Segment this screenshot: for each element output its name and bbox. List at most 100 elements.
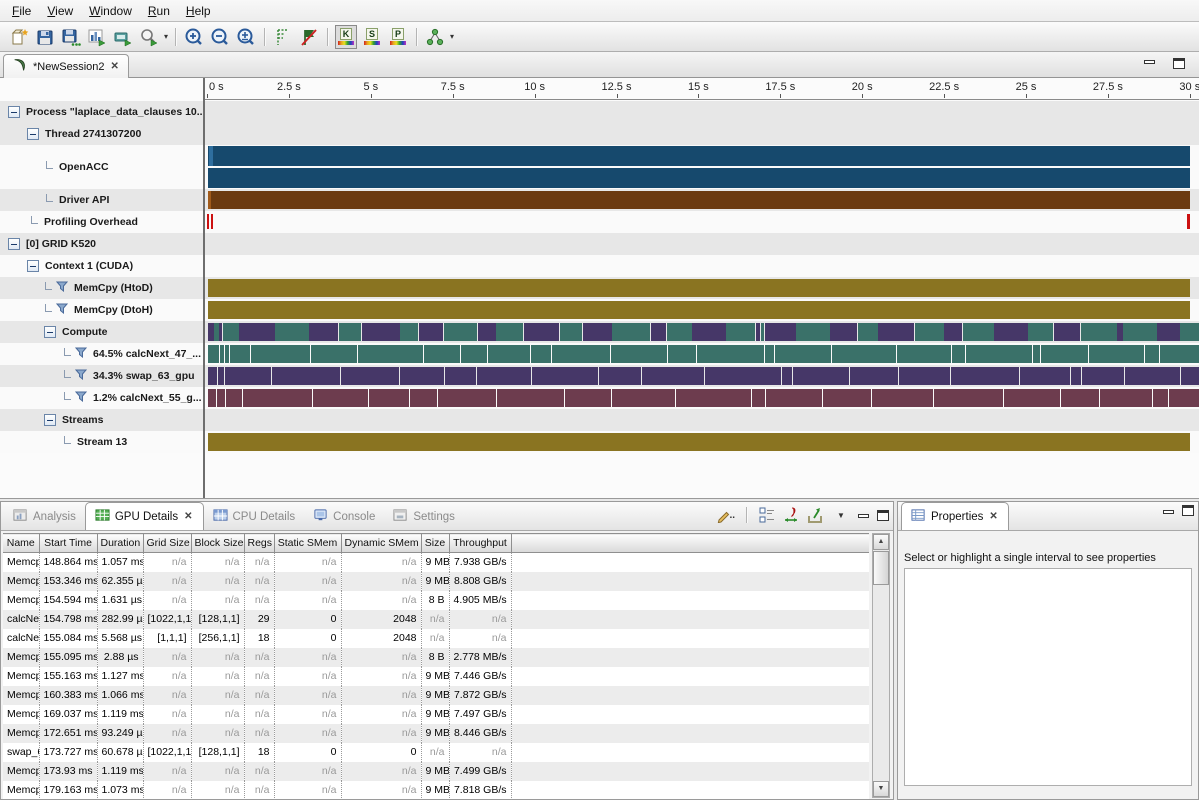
timeline-row[interactable]: [0] GRID K520 — [0, 233, 1199, 255]
timeline-intervals[interactable] — [208, 431, 1190, 453]
timeline-intervals[interactable] — [208, 299, 1190, 321]
timeline-intervals[interactable] — [208, 145, 1190, 189]
timeline-intervals[interactable] — [208, 277, 1190, 299]
tree-item[interactable]: MemCpy (HtoD) — [0, 277, 203, 299]
tab-cpu-details[interactable]: CPU Details — [204, 504, 305, 530]
timeline-row[interactable]: Compute — [0, 321, 1199, 343]
timeline-row[interactable]: 34.3% swap_63_gpu — [0, 365, 1199, 387]
table-row[interactable]: Memcp172.651 ms93.249 µsn/an/an/an/an/a9… — [3, 724, 869, 743]
dropdown-caret-icon[interactable]: ▾ — [164, 32, 168, 41]
timeline-row[interactable]: MemCpy (HtoD) — [0, 277, 1199, 299]
column-header[interactable]: Name — [3, 534, 39, 553]
table-row[interactable]: Memcp173.93 ms1.119 msn/an/an/an/an/a9 M… — [3, 762, 869, 781]
collapse-icon[interactable] — [27, 260, 39, 272]
table-row[interactable]: calcNe154.798 ms282.99 µs[1022,1,1][128,… — [3, 610, 869, 629]
filter-icon[interactable] — [56, 303, 68, 317]
marker-flag-icon[interactable] — [271, 25, 295, 49]
timeline-row[interactable]: Context 1 (CUDA) — [0, 255, 1199, 277]
timeline-row[interactable]: Process "laplace_data_clauses 10... — [0, 101, 1199, 123]
save-all-icon[interactable] — [59, 25, 83, 49]
timeline-intervals[interactable] — [208, 189, 1190, 211]
grouping-icon[interactable] — [758, 505, 776, 525]
timeline-row[interactable]: Stream 13 — [0, 431, 1199, 453]
column-header[interactable]: Dynamic SMem — [341, 534, 421, 553]
clear-marker-icon[interactable] — [297, 25, 321, 49]
tree-timeline-splitter[interactable] — [203, 78, 205, 498]
timeline-row[interactable]: Streams — [0, 409, 1199, 431]
timeline-row[interactable]: 64.5% calcNext_47_... — [0, 343, 1199, 365]
close-icon[interactable]: ✕ — [988, 511, 998, 522]
collapse-icon[interactable] — [8, 238, 20, 250]
save-session-icon[interactable] — [33, 25, 57, 49]
minimize-icon[interactable] — [1144, 60, 1155, 64]
table-row[interactable]: calcNe155.084 ms5.568 µs[1,1,1][256,1,1]… — [3, 629, 869, 648]
column-header[interactable]: Start Time — [39, 534, 97, 553]
table-row[interactable]: swap_6173.727 ms60.678 µs[1022,1,1][128,… — [3, 743, 869, 762]
timeline-row[interactable]: Profiling Overhead — [0, 211, 1199, 233]
zoom-fit-icon[interactable] — [234, 25, 258, 49]
maximize-icon[interactable] — [1182, 505, 1194, 516]
view-menu-icon[interactable]: ▼ — [832, 505, 850, 525]
close-icon[interactable]: ✕ — [183, 511, 193, 522]
tree-item[interactable]: 1.2% calcNext_55_g... — [0, 387, 203, 409]
stream-color-button[interactable]: S — [361, 25, 383, 49]
timeline-intervals[interactable] — [208, 365, 1190, 387]
tab-analysis[interactable]: Analysis — [4, 504, 85, 530]
kernel-color-button[interactable]: K — [335, 25, 357, 49]
column-header[interactable]: Grid Size — [143, 534, 191, 553]
timeline-intervals[interactable] — [208, 211, 1190, 233]
tree-item[interactable]: Thread 2741307200 — [0, 123, 203, 145]
table-scrollbar[interactable]: ▲ ▼ — [872, 533, 890, 798]
collapse-icon[interactable] — [27, 128, 39, 140]
tree-item[interactable]: Context 1 (CUDA) — [0, 255, 203, 277]
menu-window[interactable]: Window — [81, 2, 140, 20]
search-icon[interactable] — [137, 25, 161, 49]
menu-run[interactable]: Run — [140, 2, 178, 20]
table-row[interactable]: Memcp153.346 ms62.355 µsn/an/an/an/an/a9… — [3, 572, 869, 591]
session-tab[interactable]: *NewSession2 ✕ — [3, 54, 129, 78]
show-chart-icon[interactable] — [85, 25, 109, 49]
filter-icon[interactable] — [75, 391, 87, 405]
column-header[interactable]: Throughput — [449, 534, 511, 553]
tree-item[interactable]: 34.3% swap_63_gpu — [0, 365, 203, 387]
tab-gpu-details[interactable]: GPU Details✕ — [85, 502, 204, 530]
column-header[interactable]: Regs — [244, 534, 274, 553]
table-row[interactable]: Memcp155.095 ms2.88 µsn/an/an/an/an/a8 B… — [3, 648, 869, 667]
tree-item[interactable]: Profiling Overhead — [0, 211, 203, 233]
timeline-ruler[interactable]: 0 s2.5 s5 s7.5 s10 s12.5 s15 s17.5 s20 s… — [205, 78, 1199, 100]
tree-item[interactable]: 64.5% calcNext_47_... — [0, 343, 203, 365]
close-icon[interactable]: ✕ — [110, 61, 120, 72]
tree-item[interactable]: MemCpy (DtoH) — [0, 299, 203, 321]
minimize-icon[interactable] — [1163, 510, 1174, 514]
timeline-intervals[interactable] — [208, 321, 1190, 343]
zoom-out-icon[interactable] — [208, 25, 232, 49]
minimize-icon[interactable] — [858, 514, 869, 518]
tree-item[interactable]: Driver API — [0, 189, 203, 211]
table-row[interactable]: Memcp148.864 ms1.057 msn/an/an/an/an/a9 … — [3, 553, 869, 572]
collapse-icon[interactable] — [44, 326, 56, 338]
menu-help[interactable]: Help — [178, 2, 219, 20]
column-header[interactable]: Duration — [97, 534, 143, 553]
tree-item[interactable]: Process "laplace_data_clauses 10... — [0, 101, 203, 123]
table-row[interactable]: Memcp179.163 ms1.073 msn/an/an/an/an/a9 … — [3, 781, 869, 800]
tree-item[interactable]: Streams — [0, 409, 203, 431]
tree-item[interactable]: Stream 13 — [0, 431, 203, 453]
collapse-icon[interactable] — [44, 414, 56, 426]
timeline-row[interactable]: Thread 2741307200 — [0, 123, 1199, 145]
tree-item[interactable]: Compute — [0, 321, 203, 343]
column-header[interactable]: Size — [421, 534, 449, 553]
filter-icon[interactable] — [75, 369, 87, 383]
edit-pencil-icon[interactable]: .. — [716, 505, 735, 525]
timeline-row[interactable]: MemCpy (DtoH) — [0, 299, 1199, 321]
tab-settings[interactable]: Settings — [384, 504, 464, 530]
tree-item[interactable]: [0] GRID K520 — [0, 233, 203, 255]
units-icon[interactable] — [782, 505, 800, 525]
analysis-tree-icon[interactable] — [423, 25, 447, 49]
process-color-button[interactable]: P — [387, 25, 409, 49]
export-icon[interactable] — [806, 505, 824, 525]
scroll-thumb[interactable] — [873, 551, 889, 585]
table-row[interactable]: Memcp160.383 ms1.066 msn/an/an/an/an/a9 … — [3, 686, 869, 705]
column-header[interactable]: Static SMem — [274, 534, 341, 553]
timeline-row[interactable]: 1.2% calcNext_55_g... — [0, 387, 1199, 409]
column-header[interactable] — [511, 534, 869, 553]
